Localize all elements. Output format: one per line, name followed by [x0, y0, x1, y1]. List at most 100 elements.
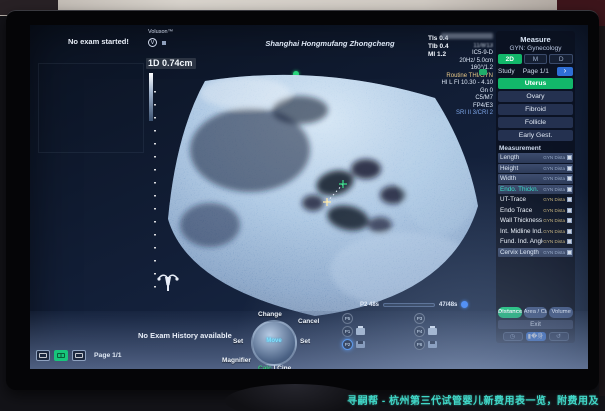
measurement-row-fund-ind-angle[interactable]: Fund. Ind. AngleGYN Dista — [498, 237, 573, 247]
layout-single-button[interactable] — [36, 350, 50, 361]
measurement-checkbox[interactable] — [567, 176, 572, 181]
study-next-button[interactable]: › — [557, 67, 573, 76]
trackball-hint-magnifier: Magnifier — [222, 357, 251, 364]
measurement-row-endo-thickn-[interactable]: Endo. Thickn.GYN Dista — [498, 185, 573, 195]
layout-quad-button[interactable] — [54, 350, 68, 361]
measurement-label: Length — [498, 154, 543, 161]
trackball-hint-set-left: Set — [233, 338, 243, 345]
tab-d[interactable]: D — [549, 54, 573, 64]
measurement-row-cervix-length[interactable]: Cervix LengthGYN Dista — [498, 248, 573, 258]
measure-panel: Measure GYN: Gynecology 2DMD Study Page … — [496, 31, 575, 343]
measurement-tag: GYN Dista — [543, 197, 565, 202]
measurement-checkbox[interactable] — [567, 155, 572, 160]
measurement-checkbox[interactable] — [567, 187, 572, 192]
study-label: Study — [498, 68, 515, 75]
trackball-hint-cancel: Cancel — [298, 318, 319, 325]
trackball-indicator[interactable]: Move — [251, 320, 297, 366]
measurement-tag: GYN Dista — [543, 229, 565, 234]
p-button-p4[interactable]: P4 — [414, 326, 425, 337]
measurement-header: Measurement — [499, 145, 573, 152]
measurement-label: Height — [498, 165, 543, 172]
brand-logo-icon: V — [148, 38, 157, 47]
ultrasound-screen: No exam started! Shanghai Hongmufang Zho… — [30, 25, 588, 369]
watermark-caption: 寻嗣帮 - 杭州第三代试管婴儿新费用表一览，附费用及 — [347, 392, 599, 407]
photo-frame: No exam started! Shanghai Hongmufang Zho… — [0, 0, 605, 411]
printer-icon — [428, 328, 437, 335]
tab-m[interactable]: M — [524, 54, 548, 64]
p-button-p2[interactable]: P2 — [342, 339, 353, 350]
p-button-row: P4 — [414, 326, 437, 337]
trackball-hint-calc-cine: Calc | Cine — [258, 365, 291, 369]
study-item-fibroid[interactable]: Fibroid — [498, 104, 573, 115]
layout-switcher — [36, 350, 86, 361]
study-item-uterus[interactable]: Uterus — [498, 78, 573, 89]
measurement-checkbox[interactable] — [567, 250, 572, 255]
measurement-tag: GYN Dista — [543, 155, 565, 160]
study-item-ovary[interactable]: Ovary — [498, 91, 573, 102]
layout-grid-button[interactable] — [72, 350, 86, 361]
measurement-label: Wall Thickness — [498, 217, 543, 224]
progress-status-icon — [461, 301, 468, 308]
monitor-bezel: No exam started! Shanghai Hongmufang Zho… — [6, 10, 599, 390]
measurement-row-wall-thickness[interactable]: Wall ThicknessGYN Dista — [498, 216, 573, 226]
measurement-tag: GYN Dista — [543, 176, 565, 181]
print-button-cluster-left: P5 P1 P2 — [342, 313, 365, 350]
measurement-row-endo-trace[interactable]: Endo TraceGYN Dista — [498, 206, 573, 216]
measurement-checkbox[interactable] — [567, 229, 572, 234]
trackball-hint-set-right: Set — [300, 338, 310, 345]
measurement-checkbox[interactable] — [567, 197, 572, 202]
tab-2d[interactable]: 2D — [498, 54, 522, 64]
measurement-label: Endo Trace — [498, 207, 543, 214]
measurement-row-width[interactable]: WidthGYN Dista — [498, 174, 573, 184]
disk-icon — [356, 341, 365, 348]
printer-icon — [356, 328, 365, 335]
p-button-row: P1 — [342, 326, 365, 337]
measurement-checkbox[interactable] — [567, 218, 572, 223]
calc-label: Calc — [258, 365, 272, 369]
measurement-row-height[interactable]: HeightGYN Dista — [498, 164, 573, 174]
print-button-cluster-right: P3 P4 P6 — [414, 313, 437, 350]
progress-bar[interactable] — [383, 303, 435, 307]
measurement-tag: GYN Dista — [543, 208, 565, 213]
measurement-label: Int. Midline Ind. — [498, 228, 543, 235]
measurement-label: Cervix Length — [498, 249, 543, 256]
progress-label: P2 48s — [360, 302, 379, 308]
measurement-label: UT-Trace — [498, 196, 543, 203]
study-item-early-gest-[interactable]: Early Gest. — [498, 130, 573, 141]
measurement-row-length[interactable]: LengthGYN Dista — [498, 153, 573, 163]
disk-icon — [428, 341, 437, 348]
p-button-p5[interactable]: P5 — [342, 313, 353, 324]
p-button-row: P3 — [414, 313, 437, 324]
study-row: Study Page 1/1 › — [498, 67, 573, 76]
cine-label: | Cine — [274, 365, 292, 369]
measurement-checkbox[interactable] — [567, 208, 572, 213]
brand-mark-icon — [162, 41, 166, 45]
imaging-param-0: 11/8/13 — [401, 43, 493, 51]
p-button-p6[interactable]: P6 — [414, 339, 425, 350]
page-indicator: Page 1/1 — [94, 352, 122, 359]
study-item-follicle[interactable]: Follicle — [498, 117, 573, 128]
uterus-bodymark-icon — [156, 271, 180, 293]
measurement-checkbox[interactable] — [567, 166, 572, 171]
monitor-stand — [225, 384, 365, 411]
p-button-p3[interactable]: P3 — [414, 313, 425, 324]
p-button-p1[interactable]: P1 — [342, 326, 353, 337]
measurement-row-list: LengthGYN DistaHeightGYN DistaWidthGYN D… — [498, 153, 573, 258]
trackball-center-label: Move — [263, 338, 285, 350]
measurement-row-int-midline-ind-[interactable]: Int. Midline Ind.GYN Dista — [498, 227, 573, 237]
measurement-tag: GYN Dista — [543, 166, 565, 171]
patient-id-redacted — [441, 33, 493, 39]
measurement-label: Width — [498, 175, 543, 182]
panel-title: Measure — [498, 35, 573, 44]
mode-tabs: 2DMD — [498, 54, 573, 64]
measurement-row-ut-trace[interactable]: UT-TraceGYN Dista — [498, 195, 573, 205]
trackball-hint-change: Change — [258, 311, 282, 318]
measurement-checkbox[interactable] — [567, 239, 572, 244]
measurement-tag: GYN Dista — [543, 218, 565, 223]
progress-value: 47/48s — [439, 302, 457, 308]
measurement-label: Fund. Ind. Angle — [498, 238, 543, 245]
photo-edge-right — [599, 26, 605, 396]
study-item-list: Uterus Ovary Fibroid Follicle Early Gest. — [498, 78, 573, 143]
p-button-row: P5 — [342, 313, 365, 324]
panel-subtitle: GYN: Gynecology — [498, 45, 573, 52]
